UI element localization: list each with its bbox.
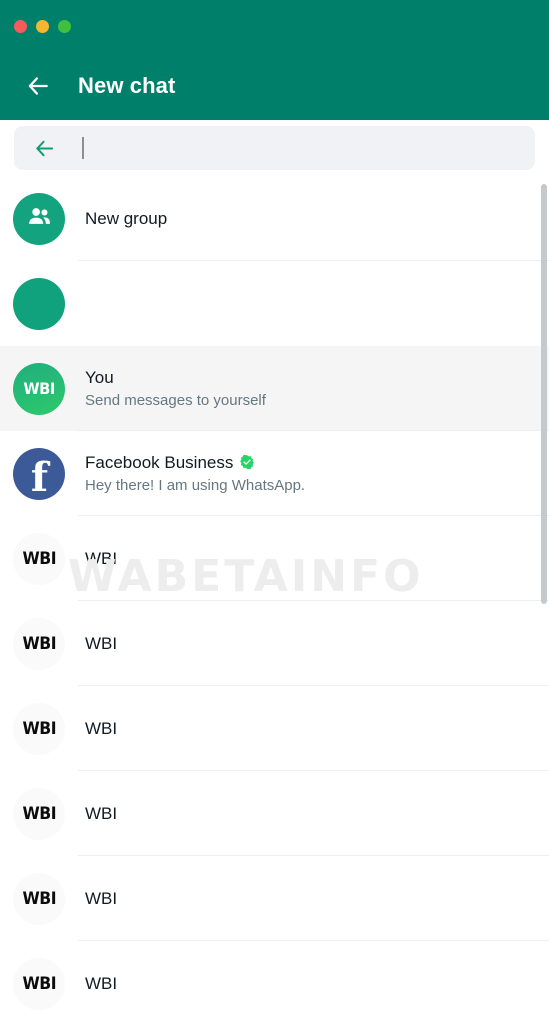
minimize-button[interactable] (36, 19, 49, 33)
maximize-button[interactable] (58, 19, 71, 33)
list-item-title: Facebook Business (85, 452, 549, 473)
list-item-title: WBI (85, 718, 118, 738)
scrollbar-thumb[interactable] (541, 184, 547, 604)
search-input[interactable] (82, 126, 535, 170)
avatar-initials: WBI (23, 379, 55, 398)
window-title-bar (0, 0, 549, 52)
list-item-subtitle: Hey there! I am using WhatsApp. (85, 476, 306, 494)
whatsapp-new-chat-window: New chat WABETAINFO New group WBI You Se… (0, 0, 549, 1024)
avatar: WBI (13, 532, 65, 585)
avatar: WBI (13, 617, 65, 670)
list-item-text: WBI (85, 803, 549, 824)
list-item-you[interactable]: WBI You Send messages to yourself (0, 346, 549, 431)
list-item-title: WBI (85, 973, 118, 993)
list-item-new-group[interactable]: New group (0, 176, 549, 261)
avatar: f (13, 447, 65, 500)
avatar-initials: WBI (22, 718, 56, 739)
avatar-initials: WBI (22, 548, 56, 569)
avatar-initials: WBI (22, 633, 56, 654)
people-group-icon (26, 203, 53, 235)
list-item-text: Facebook Business Hey there! I am using … (85, 452, 549, 496)
avatar-initials: WBI (22, 888, 56, 909)
list-item-text: WBI (85, 548, 549, 569)
text-caret (82, 137, 84, 159)
page-title: New chat (78, 73, 176, 98)
arrow-left-icon[interactable] (24, 72, 52, 100)
search-bar-container (0, 120, 549, 176)
list-item-contact-wbi-5[interactable]: WBI WBI (0, 856, 549, 941)
list-item-contact-wbi-6[interactable]: WBI WBI (0, 941, 549, 1020)
avatar: WBI (13, 362, 65, 415)
list-scrollbar[interactable] (540, 176, 549, 1020)
list-item-text: New group (85, 208, 549, 229)
list-item-contact-wbi-1[interactable]: WBI WBI (0, 516, 549, 601)
list-item-title: You (85, 367, 114, 387)
arrow-left-icon[interactable] (32, 136, 56, 160)
app-header: New chat (0, 52, 549, 120)
avatar (13, 277, 65, 330)
list-item-title: WBI (85, 888, 118, 908)
avatar: WBI (13, 787, 65, 840)
avatar: WBI (13, 702, 65, 755)
list-item-subtitle: Send messages to yourself (85, 391, 266, 409)
avatar: WBI (13, 872, 65, 925)
avatar: WBI (13, 957, 65, 1010)
list-item-text: WBI (85, 973, 549, 994)
list-item-contact-wbi-2[interactable]: WBI WBI (0, 601, 549, 686)
list-item-contact-wbi-4[interactable]: WBI WBI (0, 771, 549, 856)
list-item-title: WBI (85, 548, 118, 568)
list-item-text: WBI (85, 888, 549, 909)
close-button[interactable] (14, 19, 27, 33)
list-item-contact-wbi-3[interactable]: WBI WBI (0, 686, 549, 771)
window-controls (14, 19, 71, 33)
avatar (13, 192, 65, 245)
list-item-title: WBI (85, 633, 118, 653)
list-item-blank-row[interactable] (0, 261, 549, 346)
list-item-text: WBI (85, 633, 549, 654)
avatar-initials: WBI (22, 973, 56, 994)
list-item-text: WBI (85, 718, 549, 739)
search-bar[interactable] (14, 126, 535, 170)
list-item-title: WBI (85, 803, 118, 823)
facebook-icon: f (30, 454, 49, 500)
list-item-title-text: Facebook Business (85, 452, 234, 472)
contact-list[interactable]: WABETAINFO New group WBI You Send messag… (0, 176, 549, 1020)
list-item-facebook-business[interactable]: f Facebook Business Hey there! I am usin… (0, 431, 549, 516)
list-item-title: New group (85, 208, 168, 228)
avatar-initials: WBI (22, 803, 56, 824)
verified-badge-icon (239, 454, 255, 470)
list-item-text: You Send messages to yourself (85, 367, 549, 411)
